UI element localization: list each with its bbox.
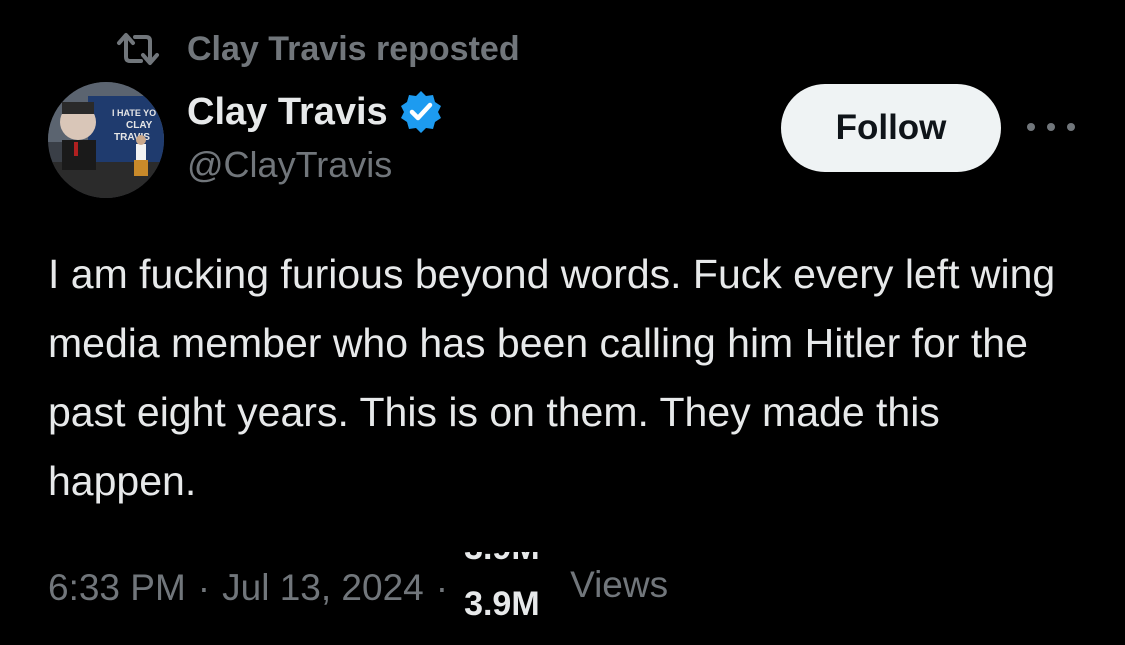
more-dot: [1027, 123, 1035, 131]
author-display-name[interactable]: Clay Travis: [187, 91, 388, 134]
repost-label[interactable]: Clay Travis reposted: [187, 30, 520, 69]
repost-indicator: Clay Travis reposted: [115, 26, 520, 72]
svg-text:CLAY: CLAY: [126, 120, 153, 131]
tweet-time[interactable]: 6:33 PM: [48, 567, 186, 609]
more-dot: [1067, 123, 1075, 131]
views-label: Views: [570, 564, 669, 605]
avatar[interactable]: I HATE YO CLAY TRAVIS: [48, 82, 164, 198]
author-name-row: Clay Travis: [187, 86, 444, 138]
tweet-card[interactable]: Clay Travis reposted I HATE YO CLAY TRAV…: [0, 0, 1125, 645]
verified-badge-icon[interactable]: [398, 89, 444, 135]
meta-separator: ·: [435, 567, 449, 608]
meta-separator: ·: [197, 567, 211, 608]
tweet-date[interactable]: Jul 13, 2024: [222, 567, 424, 609]
views-count-ticker: 3.9M 3.9M: [464, 552, 560, 616]
svg-text:I HATE YO: I HATE YO: [112, 108, 156, 118]
more-dot: [1047, 123, 1055, 131]
more-options-icon[interactable]: [1027, 112, 1075, 142]
views-count-rolling: 3.9M: [464, 534, 540, 562]
views-count: 3.9M: [464, 586, 540, 616]
repost-icon: [115, 29, 161, 69]
tweet-meta: 6:33 PM · Jul 13, 2024 · 3.9M 3.9M Views: [48, 552, 669, 616]
author-handle[interactable]: @ClayTravis: [187, 144, 392, 186]
tweet-text: I am fucking furious beyond words. Fuck …: [48, 251, 1056, 504]
follow-button[interactable]: Follow: [781, 84, 1001, 172]
